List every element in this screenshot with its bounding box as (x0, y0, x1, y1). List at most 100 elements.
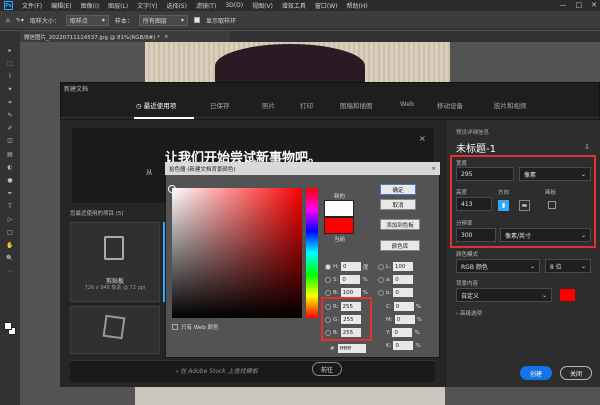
crop-tool-icon[interactable]: ⌗ (8, 98, 11, 107)
background-color-swatch[interactable] (560, 289, 575, 301)
ok-button[interactable]: 确定 (380, 184, 416, 195)
eyedropper-tool-icon[interactable]: ✎ (7, 111, 12, 120)
menu-edit[interactable]: 编辑(E) (51, 1, 71, 10)
eyedropper-icon[interactable]: ✎▾ (16, 17, 24, 24)
brush-tool-icon[interactable]: ✐ (7, 124, 12, 133)
save-preset-icon[interactable]: ⇩ (584, 143, 590, 151)
saturation-brightness-field[interactable] (172, 188, 302, 318)
sample-select[interactable]: 所有图层 ▾ (138, 14, 188, 26)
lightness-field-label: L: (386, 263, 391, 270)
menu-view[interactable]: 视图(V) (252, 1, 273, 10)
add-to-swatches-button[interactable]: 添加到色板 (380, 219, 420, 230)
a-input[interactable]: 0 (393, 275, 414, 284)
saturation-radio[interactable] (325, 276, 331, 283)
menu-plugins[interactable]: 增效工具 (282, 1, 306, 10)
color-libraries-button[interactable]: 颜色库 (380, 240, 420, 251)
bit-depth-select[interactable]: 8 位 ⌄ (545, 259, 591, 273)
stamp-tool-icon[interactable]: ⎚ (8, 137, 13, 146)
lightness-input[interactable]: 100 (392, 262, 413, 271)
maximize-button[interactable]: □ (576, 1, 583, 9)
tab-recent-label: 最近使用项 (143, 102, 177, 110)
close-window-button[interactable]: ✕ (591, 1, 597, 9)
tab-saved[interactable]: 已保存 (210, 100, 230, 110)
hue-input[interactable]: 0 (341, 262, 361, 271)
background-content-select[interactable]: 自定义 ⌄ (456, 288, 552, 302)
move-tool-icon[interactable]: ▸ (8, 46, 11, 55)
color-selector-ring[interactable] (168, 185, 176, 193)
b-radio[interactable] (378, 289, 384, 296)
path-select-tool-icon[interactable]: ▷ (8, 215, 13, 224)
recent-item-size: 726 x 946 像素 @ 72 ppi (84, 285, 146, 291)
color-mode-select[interactable]: RGB 颜色 ⌄ (456, 259, 540, 273)
document-name-field[interactable]: 未标题-1 (456, 140, 496, 155)
zoom-tool-icon[interactable]: 🔍 (6, 254, 13, 263)
black-field-row: K: 0% (386, 341, 421, 350)
b-input[interactable]: 0 (393, 288, 414, 297)
hex-input[interactable]: ffffff (337, 344, 366, 353)
menu-window[interactable]: 窗口(W) (315, 1, 338, 10)
current-color-swatch[interactable] (324, 217, 354, 234)
pen-tool-icon[interactable]: ✒ (7, 189, 12, 198)
magenta-input[interactable]: 0 (394, 315, 415, 324)
hand-tool-icon[interactable]: ✋ (6, 241, 13, 250)
magic-wand-tool-icon[interactable]: ✦ (7, 85, 12, 94)
saturation-input[interactable]: 0 (340, 275, 361, 284)
close-banner-icon[interactable]: × (419, 134, 426, 143)
tab-mobile[interactable]: 移动设备 (437, 100, 463, 110)
tab-print[interactable]: 打印 (300, 100, 313, 110)
type-tool-icon[interactable]: T (8, 202, 12, 211)
cyan-field-label: C: (386, 303, 392, 310)
a-radio[interactable] (378, 276, 384, 283)
tab-art-illustration[interactable]: 图稿和插图 (340, 100, 373, 110)
hue-radio[interactable] (325, 263, 331, 270)
cyan-input[interactable]: 0 (393, 302, 414, 311)
home-icon[interactable]: ⌂ (6, 17, 10, 24)
history-brush-icon[interactable]: ▤ (7, 150, 13, 159)
menu-filter[interactable]: 滤镜(T) (196, 1, 216, 10)
document-tab[interactable]: 微信图片_20220711114537.jpg @ 81%(RGB/8#) * … (20, 31, 230, 42)
background-content-label: 背景内容 (456, 281, 479, 287)
show-ring-checkbox[interactable] (193, 17, 200, 23)
close-tab-icon[interactable]: × (164, 34, 169, 40)
background-content-value: 自定义 (461, 292, 480, 300)
eraser-tool-icon[interactable]: ◐ (7, 163, 12, 172)
menu-3d[interactable]: 3D(D) (225, 2, 243, 9)
marquee-tool-icon[interactable]: ⬚ (7, 59, 13, 68)
advanced-options-toggle[interactable]: › 高级选项 (456, 309, 482, 317)
tab-film-video[interactable]: 胶片和视频 (494, 100, 527, 110)
yellow-field-label: Y: (386, 329, 391, 336)
close-button[interactable]: 关闭 (560, 366, 592, 380)
brightness-radio[interactable] (325, 289, 331, 296)
menu-select[interactable]: 选择(S) (166, 1, 187, 10)
tab-web[interactable]: Web (400, 100, 414, 108)
hue-slider[interactable] (306, 188, 318, 318)
gradient-tool-icon[interactable]: ● (7, 176, 12, 185)
foreground-color-swatch[interactable] (4, 322, 12, 330)
close-icon[interactable]: × (431, 166, 436, 172)
black-input[interactable]: 0 (393, 341, 414, 350)
cancel-button[interactable]: 取消 (380, 199, 416, 210)
tab-recent[interactable]: ◷ 最近使用项 (136, 100, 176, 110)
b-field-row: b: 0 (378, 288, 414, 297)
brightness-input[interactable]: 100 (340, 288, 361, 297)
menu-image[interactable]: 图像(I) (81, 1, 99, 10)
yellow-field-row: Y: 0% (386, 328, 420, 337)
sample-size-select[interactable]: 取样点 ▾ (65, 14, 109, 26)
create-button[interactable]: 创建 (520, 366, 552, 380)
yellow-input[interactable]: 0 (392, 328, 413, 337)
minimize-button[interactable]: — (560, 1, 567, 9)
shape-tool-icon[interactable]: □ (7, 228, 13, 237)
menu-help[interactable]: 帮助(H) (347, 1, 368, 10)
menu-layer[interactable]: 图层(L) (108, 1, 128, 10)
stock-search-input[interactable]: ⌕ 在 Adobe Stock 上查找模板 (175, 366, 258, 376)
tab-photo[interactable]: 照片 (262, 100, 275, 110)
lightness-radio[interactable] (378, 263, 384, 270)
goto-button[interactable]: 前往 (312, 362, 342, 376)
menu-file[interactable]: 文件(F) (22, 1, 42, 10)
magenta-unit: % (416, 316, 422, 323)
hue-field-label: H: (333, 263, 339, 270)
more-tools-icon[interactable]: ⋯ (7, 267, 13, 276)
menu-type[interactable]: 文字(Y) (137, 1, 157, 10)
web-colors-only-checkbox[interactable] (172, 324, 178, 330)
lasso-tool-icon[interactable]: ⌇ (9, 72, 12, 81)
